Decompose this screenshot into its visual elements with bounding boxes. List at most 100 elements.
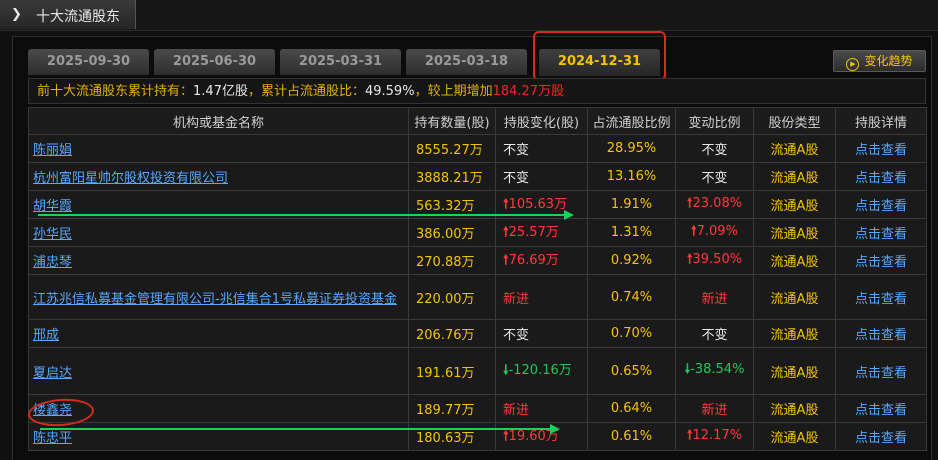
circulation-ratio: 0.61% [587, 422, 676, 451]
summary-total: 1.47亿股 [193, 84, 248, 99]
col-pct-header: 变动比例 [675, 107, 754, 135]
holder-name-link[interactable]: 夏启达 [33, 366, 72, 381]
holding-change: 不变 [503, 171, 530, 186]
holder-name-link[interactable]: 杭州富阳星帅尔股权投资有限公司 [33, 171, 228, 186]
holding-change: -120.16万 [508, 363, 572, 378]
holding-shares: 270.88万 [408, 246, 496, 275]
holding-change-cell: 不变 [495, 319, 588, 348]
tab-2025-03-18[interactable]: 2025-03-18 [406, 49, 527, 75]
holding-change-cell: 不变 [495, 162, 588, 191]
view-detail-link[interactable]: 点击查看 [855, 328, 907, 343]
table-row: 浦忠琴 270.88万 🠕76.69万 0.92% 🠕39.50% 流通A股 点击查看 [28, 246, 927, 275]
holder-name-link[interactable]: 江苏兆信私募基金管理有限公司-兆信集合1号私募证券投资基金 [33, 292, 397, 307]
view-detail-link[interactable]: 点击查看 [855, 431, 907, 446]
tab-2025-06-30[interactable]: 2025-06-30 [154, 49, 275, 75]
summary-ratio: 49.59% [364, 84, 415, 99]
trend-button-label: 变化趋势 [864, 54, 913, 68]
circulation-ratio: 0.92% [587, 246, 676, 275]
share-type: 流通A股 [753, 274, 836, 320]
share-type: 流通A股 [753, 422, 836, 451]
circulation-ratio: 0.65% [587, 347, 676, 395]
change-pct-cell: 🠕7.09% [675, 218, 754, 247]
tab-highlight-annotation [533, 31, 666, 81]
change-pct-cell: 不变 [675, 319, 754, 348]
view-detail-link[interactable]: 点击查看 [855, 143, 907, 158]
tab-2025-09-30[interactable]: 2025-09-30 [28, 49, 149, 75]
change-pct-cell: 新进 [675, 274, 754, 320]
green-arrow-annotation-1 [38, 214, 566, 216]
table-row: 楼鑫尧 189.77万 新进 0.64% 新进 流通A股 点击查看 [28, 394, 927, 423]
col-shares-header: 持有数量(股) [408, 107, 496, 135]
play-circle-icon: ▶ [846, 58, 860, 71]
holding-change-cell: 🠗-120.16万 [495, 347, 588, 395]
holding-change-cell: 不变 [495, 134, 588, 163]
holding-change-cell: 新进 [495, 394, 588, 423]
table-row: 邢成 206.76万 不变 0.70% 不变 流通A股 点击查看 [28, 319, 927, 348]
change-pct: 新进 [701, 403, 728, 418]
share-type: 流通A股 [753, 394, 836, 423]
holding-shares: 8555.27万 [408, 134, 496, 163]
holding-shares: 3888.21万 [408, 162, 496, 191]
col-name-header: 机构或基金名称 [28, 107, 409, 135]
change-pct-cell: 不变 [675, 134, 754, 163]
green-arrowhead-2 [550, 424, 560, 434]
change-pct-cell: 🠕23.08% [675, 190, 754, 219]
holding-change-cell: 🠕19.60万 [495, 422, 588, 451]
circulation-ratio: 0.74% [587, 274, 676, 320]
change-pct: 新进 [701, 291, 728, 307]
col-ratio-header: 占流通股比例 [587, 107, 676, 135]
view-detail-link[interactable]: 点击查看 [855, 403, 907, 418]
green-arrow-annotation-2 [40, 428, 552, 430]
holding-change: 76.69万 [508, 252, 559, 268]
holding-change-cell: 新进 [495, 274, 588, 320]
change-pct-cell: 🠕12.17% [675, 422, 754, 451]
green-arrowhead-1 [564, 210, 574, 220]
view-detail-link[interactable]: 点击查看 [855, 199, 907, 214]
share-type: 流通A股 [753, 218, 836, 247]
holder-name-link[interactable]: 陈丽娟 [33, 143, 72, 158]
table-row: 陈忠平 180.63万 🠕19.60万 0.61% 🠕12.17% 流通A股 点击查看 [28, 422, 927, 451]
col-detail-header: 持股详情 [835, 107, 927, 135]
page-title: 十大流通股东 [36, 9, 120, 25]
change-pct-cell: 新进 [675, 394, 754, 423]
holder-name-link[interactable]: 孙华民 [33, 227, 72, 242]
table-row: 江苏兆信私募基金管理有限公司-兆信集合1号私募证券投资基金 220.00万 新进 0.… [28, 274, 927, 320]
circulation-ratio: 1.31% [587, 218, 676, 247]
view-detail-link[interactable]: 点击查看 [855, 255, 907, 270]
holding-change: 新进 [503, 291, 530, 307]
title-tab: ❯ 十大流通股东 [0, 0, 136, 29]
view-detail-link[interactable]: 点击查看 [855, 292, 907, 307]
change-pct-cell: 不变 [675, 162, 754, 191]
share-type: 流通A股 [753, 190, 836, 219]
circulation-ratio: 28.95% [587, 134, 676, 163]
circulation-ratio: 1.91% [587, 190, 676, 219]
view-detail-link[interactable]: 点击查看 [855, 171, 907, 186]
col-change-header: 持股变化(股) [495, 107, 588, 135]
holder-name-link[interactable]: 陈忠平 [33, 431, 72, 446]
title-bar: ❯ 十大流通股东 [0, 0, 938, 31]
holding-change-cell: 🠕76.69万 [495, 246, 588, 275]
share-type: 流通A股 [753, 347, 836, 395]
trend-button[interactable]: ▶ 变化趋势 [833, 50, 926, 72]
change-pct-cell: 🠗-38.54% [675, 347, 754, 395]
tab-2025-03-31[interactable]: 2025-03-31 [280, 49, 401, 75]
holder-name-link[interactable]: 浦忠琴 [33, 255, 72, 270]
summary-label-total: 前十大流通股东累计持有： [37, 84, 194, 99]
chevron-right-icon: ❯ [11, 7, 22, 22]
change-pct: 不变 [701, 143, 728, 158]
share-type: 流通A股 [753, 134, 836, 163]
holder-name-link[interactable]: 邢成 [33, 328, 59, 343]
change-pct: 12.17% [692, 427, 743, 443]
view-detail-link[interactable]: 点击查看 [855, 227, 907, 242]
change-pct: -38.54% [690, 362, 745, 377]
change-pct: 不变 [701, 171, 728, 186]
change-pct: 39.50% [692, 251, 743, 267]
table-row: 陈丽娟 8555.27万 不变 28.95% 不变 流通A股 点击查看 [28, 134, 927, 163]
circulation-ratio: 13.16% [587, 162, 676, 191]
holding-change: 不变 [503, 328, 530, 343]
view-detail-link[interactable]: 点击查看 [855, 366, 907, 381]
holding-shares: 206.76万 [408, 319, 496, 348]
holder-name-link[interactable]: 胡华霞 [33, 199, 72, 214]
shareholder-table: 机构或基金名称 持有数量(股) 持股变化(股) 占流通股比例 变动比例 股份类型… [28, 107, 927, 451]
table-row: 孙华民 386.00万 🠕25.57万 1.31% 🠕7.09% 流通A股 点击查看 [28, 218, 927, 247]
